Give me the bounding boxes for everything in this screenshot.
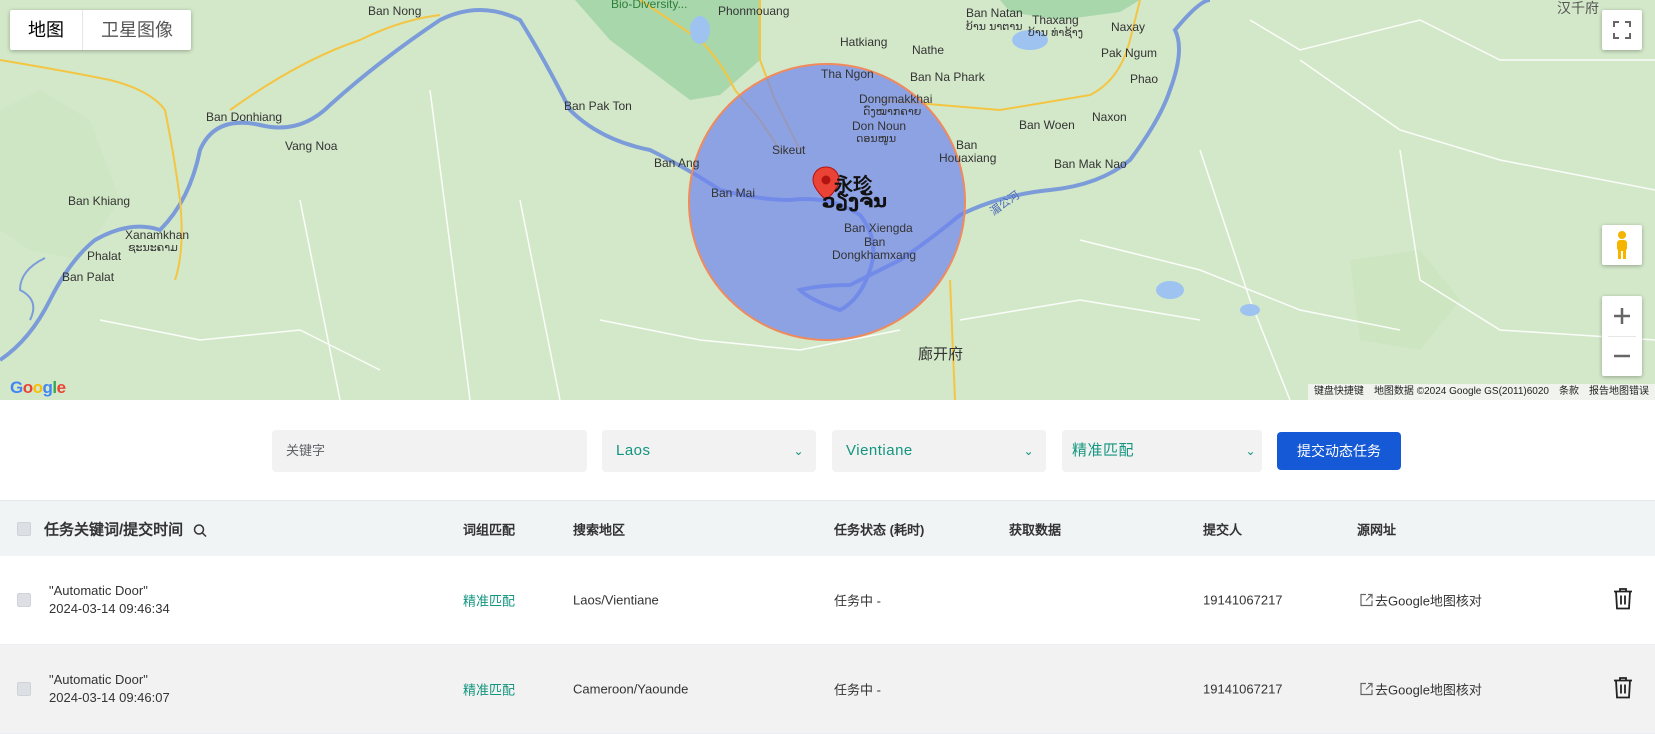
region-cell: Laos/Vientiane (573, 592, 659, 608)
table-row: "Automatic Door" 2024-03-14 09:46:07 精准匹… (0, 645, 1655, 734)
report-error-link[interactable]: 报告地图错误 (1589, 384, 1649, 400)
header-submitter: 提交人 (1203, 522, 1243, 537)
header-keyword-time-label: 任务关键词/提交时间 (44, 521, 184, 538)
submitter-cell: 19141067217 (1203, 681, 1283, 697)
header-status: 任务状态 (耗时) (834, 522, 925, 537)
source-link[interactable]: 去Google地图核对 (1360, 680, 1482, 699)
street-view-button[interactable] (1602, 225, 1642, 265)
keyboard-shortcuts-link[interactable]: 键盘快捷键 (1314, 384, 1364, 400)
zoom-in-button[interactable] (1602, 296, 1642, 336)
map-type-toggle: 地图 卫星图像 (10, 10, 191, 50)
status-cell: 任务中 - (834, 593, 881, 609)
submitter-cell: 19141067217 (1203, 592, 1283, 608)
task-table: 任务关键词/提交时间 词组匹配 搜索地区 任务状态 (耗时) 获取数据 提交人 … (0, 500, 1655, 734)
match-type-value: 精准匹配 (1072, 442, 1135, 459)
row-checkbox[interactable] (17, 593, 31, 607)
header-region: 搜索地区 (573, 522, 626, 537)
table-header: 任务关键词/提交时间 词组匹配 搜索地区 任务状态 (耗时) 获取数据 提交人 … (0, 500, 1655, 556)
match-type-select[interactable]: 精准匹配 ⌄ (1062, 430, 1262, 472)
map-type-satellite-button[interactable]: 卫星图像 (82, 10, 191, 50)
map-view[interactable]: Ban Nong Bio-Diversity... Phonmouang Ban… (0, 0, 1655, 400)
delete-button[interactable] (1613, 677, 1633, 702)
submit-task-button[interactable]: 提交动态任务 (1277, 432, 1401, 470)
country-value: Laos (616, 442, 651, 459)
map-attribution: 键盘快捷键 地图数据 ©2024 Google GS(2011)6020 条款 … (1307, 384, 1655, 400)
chevron-down-icon: ⌄ (793, 444, 804, 458)
header-match: 词组匹配 (463, 522, 516, 537)
city-value: Vientiane (846, 442, 913, 459)
zoom-out-button[interactable] (1602, 336, 1642, 376)
source-link-label: 去Google地图核对 (1375, 593, 1482, 609)
country-select[interactable]: Laos ⌄ (602, 430, 816, 472)
plus-icon (1614, 308, 1630, 324)
filter-bar: 关键字 Laos ⌄ Vientiane ⌄ 精准匹配 ⌄ 提交动态任务 (0, 430, 1655, 472)
keyword-input[interactable]: 关键字 (272, 430, 587, 472)
chevron-down-icon: ⌄ (1023, 444, 1034, 458)
chevron-down-icon: ⌄ (1245, 444, 1256, 458)
zoom-divider (1608, 336, 1636, 337)
status-cell: 任务中 - (834, 682, 881, 698)
google-logo: Google (10, 378, 66, 397)
fullscreen-button[interactable] (1602, 10, 1642, 50)
keyword-text: "Automatic Door" (49, 583, 148, 598)
header-data: 获取数据 (1009, 522, 1062, 537)
search-icon[interactable] (193, 523, 207, 537)
external-link-icon (1360, 593, 1373, 607)
match-type-cell: 精准匹配 (463, 593, 516, 609)
source-link-label: 去Google地图核对 (1375, 682, 1482, 698)
select-all-checkbox[interactable] (17, 521, 31, 536)
region-cell: Cameroon/Yaounde (573, 681, 689, 697)
keyword-cell: "Automatic Door" 2024-03-14 09:46:34 (49, 582, 170, 618)
submit-time: 2024-03-14 09:46:34 (49, 601, 170, 616)
external-link-icon (1360, 682, 1373, 696)
trash-icon (1614, 588, 1632, 610)
map-data-text: 地图数据 ©2024 Google GS(2011)6020 (1373, 386, 1549, 397)
map-canvas[interactable] (0, 0, 1655, 400)
submit-time: 2024-03-14 09:46:07 (49, 690, 170, 705)
minus-icon (1614, 354, 1630, 358)
source-link[interactable]: 去Google地图核对 (1360, 591, 1482, 610)
header-source: 源网址 (1357, 522, 1397, 537)
keyword-text: "Automatic Door" (49, 672, 148, 687)
zoom-control (1602, 296, 1642, 376)
terms-link[interactable]: 条款 (1559, 384, 1579, 400)
fullscreen-icon (1613, 21, 1631, 39)
pegman-icon (1617, 231, 1627, 259)
delete-button[interactable] (1613, 588, 1633, 613)
row-checkbox[interactable] (17, 682, 31, 696)
keyword-cell: "Automatic Door" 2024-03-14 09:46:07 (49, 671, 170, 707)
match-type-cell: 精准匹配 (463, 682, 516, 698)
map-type-map-button[interactable]: 地图 (10, 10, 82, 50)
table-row: "Automatic Door" 2024-03-14 09:46:34 精准匹… (0, 556, 1655, 645)
header-keyword-time: 任务关键词/提交时间 (44, 518, 207, 539)
city-select[interactable]: Vientiane ⌄ (832, 430, 1046, 472)
trash-icon (1614, 677, 1632, 699)
